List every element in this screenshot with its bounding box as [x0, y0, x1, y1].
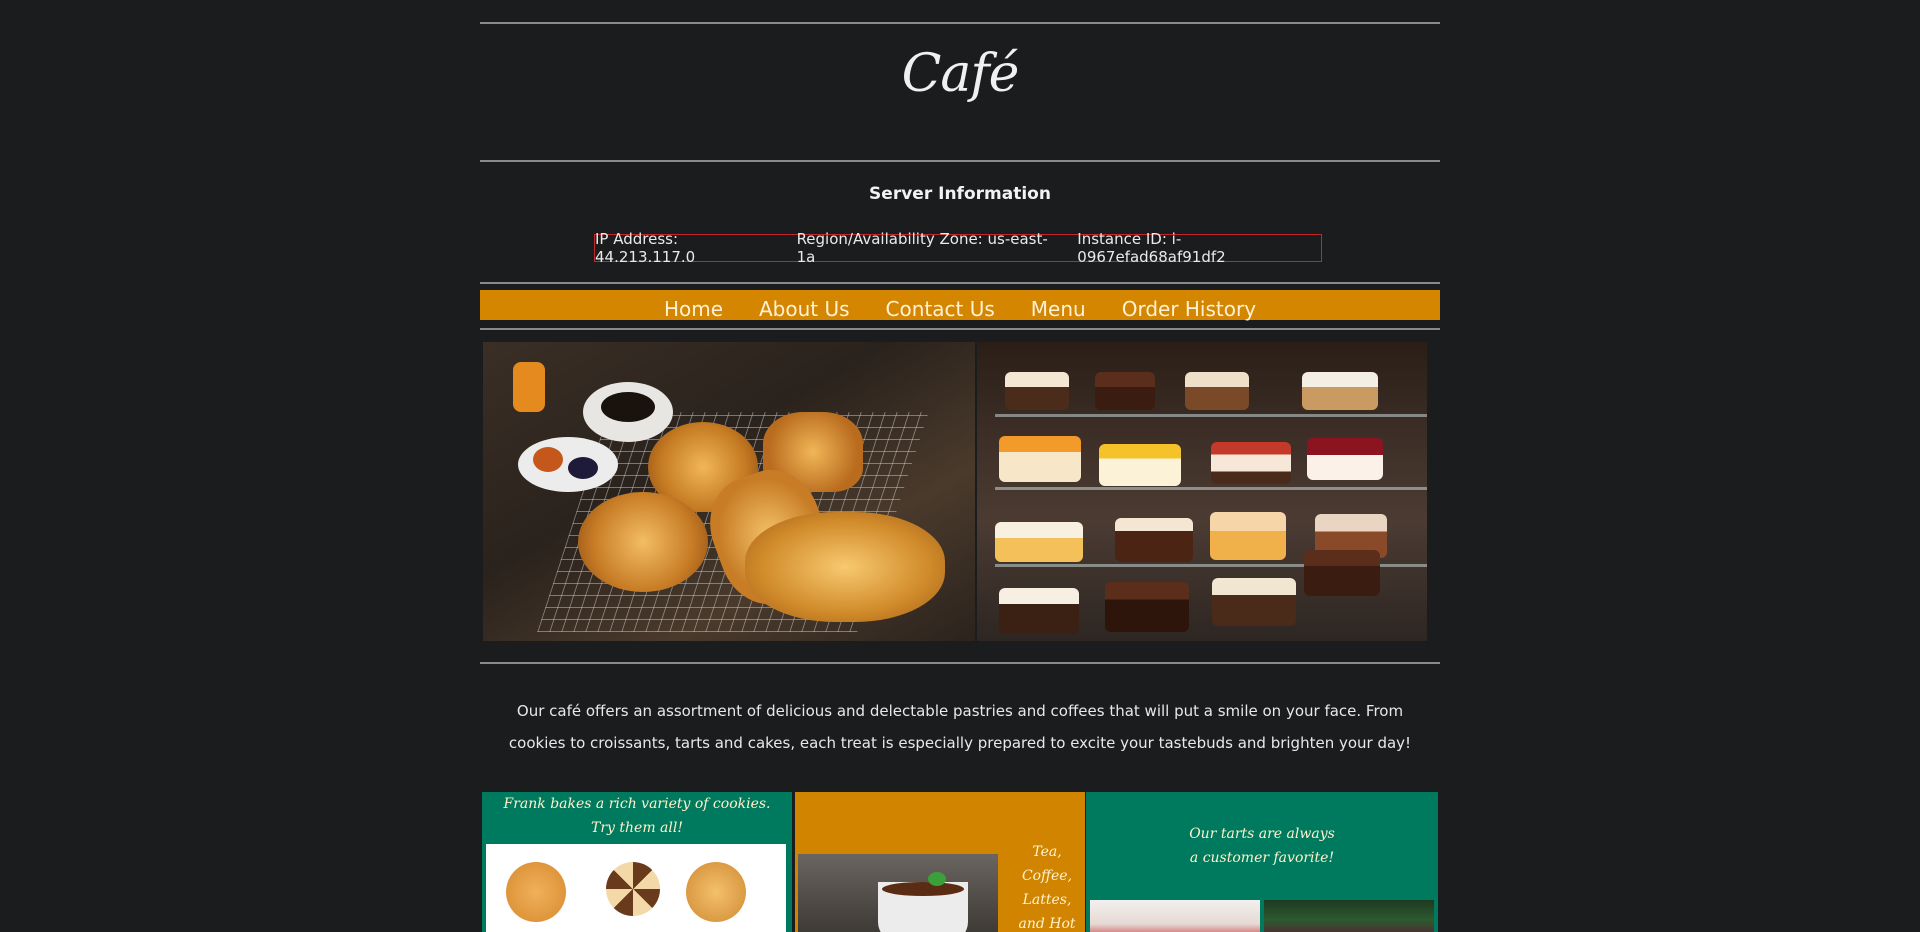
- strawberry-tart-photo: [1090, 900, 1260, 932]
- cake: [1304, 550, 1380, 596]
- nav-bottom-divider: [480, 328, 1440, 330]
- intro-divider: [480, 662, 1440, 664]
- cookies-caption: Frank bakes a rich variety of cookies. T…: [503, 796, 771, 836]
- tarts-tile: Our tarts are always a customer favorite…: [1086, 792, 1438, 932]
- croissant: [745, 512, 945, 622]
- drinks-caption: Tea, Coffee, Lattes, and Hot: [1018, 844, 1076, 932]
- cake: [1211, 442, 1291, 484]
- nav-about-us[interactable]: About Us: [759, 290, 850, 321]
- cake: [1095, 372, 1155, 410]
- cake: [1105, 582, 1189, 632]
- hot-chocolate-photo: [798, 854, 998, 932]
- cake: [1005, 372, 1069, 410]
- cake: [1115, 518, 1193, 562]
- cookies-photo: [486, 844, 786, 932]
- nav-contact-us[interactable]: Contact Us: [886, 290, 995, 321]
- cookie: [506, 862, 566, 922]
- tarts-caption: Our tarts are always a customer favorite…: [1189, 826, 1335, 866]
- blueberries: [568, 457, 598, 479]
- mint-leaf: [928, 872, 946, 886]
- cake: [1212, 578, 1296, 626]
- cake: [1210, 512, 1286, 560]
- jam-jar: [513, 362, 545, 412]
- hot-chocolate: [882, 882, 964, 896]
- pastries-and-coffee-photo: [483, 342, 975, 641]
- drinks-tile: Tea, Coffee, Lattes, and Hot: [795, 792, 1085, 932]
- display-shelf: [995, 414, 1427, 417]
- display-shelf: [995, 487, 1427, 490]
- cake: [999, 588, 1079, 634]
- cake: [1185, 372, 1249, 410]
- cookie: [686, 862, 746, 922]
- main-nav: Home About Us Contact Us Menu Order Hist…: [480, 290, 1440, 321]
- cake: [1302, 372, 1378, 410]
- cake: [1099, 444, 1181, 486]
- cinnamon-roll: [578, 492, 708, 592]
- nav-home[interactable]: Home: [664, 290, 723, 321]
- cake: [995, 522, 1083, 562]
- intro-text: Our café offers an assortment of delicio…: [508, 702, 1412, 752]
- instance-id: Instance ID: i-0967efad68af91df2: [1077, 230, 1226, 266]
- header-divider: [480, 160, 1440, 162]
- coffee: [601, 392, 655, 422]
- server-info-box: IP Address: 44.213.117.0 Region/Availabi…: [594, 230, 1322, 266]
- berry-tart-photo: [1264, 900, 1434, 932]
- cookie: [606, 862, 660, 916]
- server-info-heading: Server Information: [869, 184, 1051, 204]
- availability-zone: Region/Availability Zone: us-east-1a: [796, 230, 1048, 266]
- site-title: Café: [901, 44, 1020, 104]
- cake: [1307, 438, 1383, 480]
- nav-order-history[interactable]: Order History: [1122, 290, 1256, 321]
- nav-menu[interactable]: Menu: [1031, 290, 1086, 321]
- cookies-tile: Frank bakes a rich variety of cookies. T…: [482, 792, 792, 932]
- ip-address: IP Address: 44.213.117.0: [595, 230, 696, 266]
- cake: [999, 436, 1081, 482]
- top-divider: [480, 22, 1440, 24]
- page-container: Café Server Information IP Address: 44.2…: [480, 0, 1440, 932]
- cake-display-case-photo: [977, 342, 1427, 641]
- jam: [533, 447, 563, 472]
- nav-top-divider: [480, 282, 1440, 284]
